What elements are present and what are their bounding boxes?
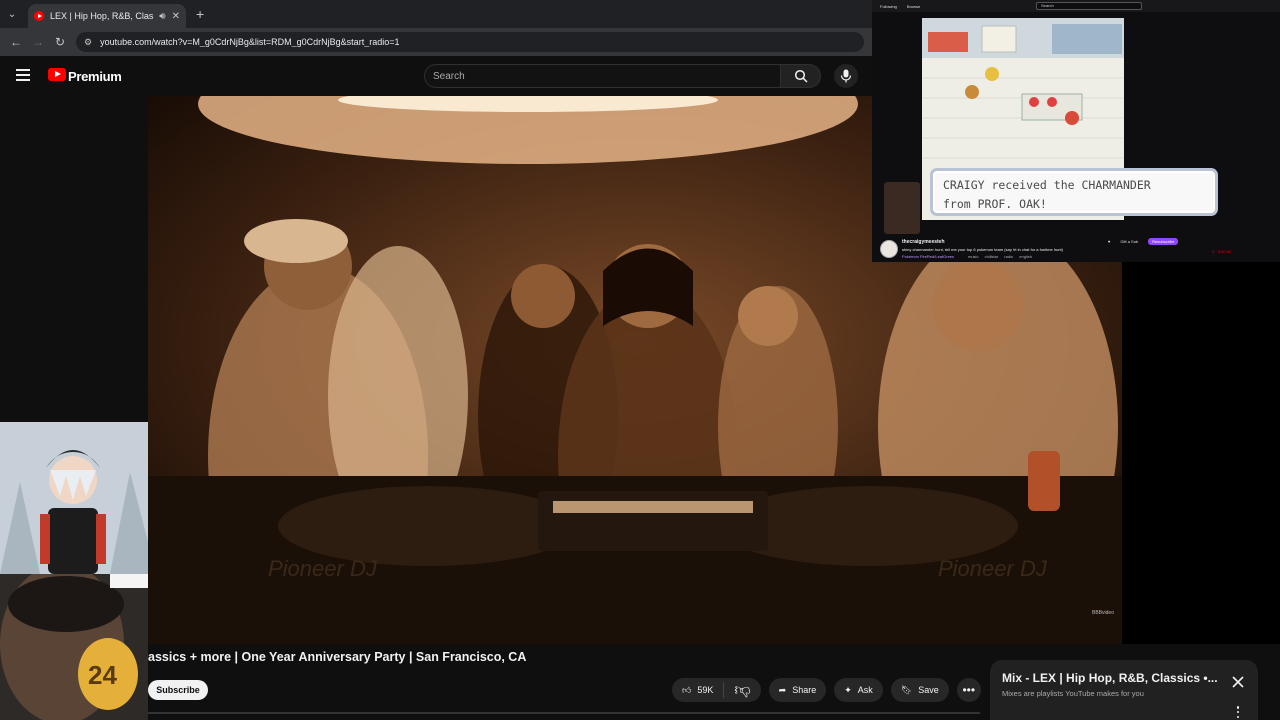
mix-subtitle: Mixes are playlists YouTube makes for yo… bbox=[1002, 689, 1144, 698]
back-button[interactable]: ← bbox=[6, 32, 26, 52]
dialog-line-1: CRAIGY received the CHARMANDER bbox=[943, 178, 1151, 192]
channel-avatar[interactable] bbox=[880, 240, 898, 258]
ask-label: Ask bbox=[857, 685, 873, 695]
stream-overlay-window: Following Browse Search CRAIGY received … bbox=[872, 0, 1280, 262]
microphone-icon bbox=[840, 69, 852, 83]
search-button[interactable] bbox=[781, 64, 821, 88]
dislike-button[interactable]: 👎︎ bbox=[724, 678, 760, 702]
tag[interactable]: chillstar bbox=[985, 254, 999, 259]
page-divider bbox=[148, 712, 980, 714]
face-webcam-overlay: 24 bbox=[0, 574, 148, 720]
thumbs-down-icon: 👎︎ bbox=[734, 681, 751, 699]
tag[interactable]: radio bbox=[1004, 254, 1013, 259]
sparkle-icon: ✦ bbox=[844, 684, 852, 695]
reload-button[interactable]: ↻ bbox=[50, 32, 70, 52]
stream-tags: music chillstar radio english bbox=[968, 254, 1032, 259]
youtube-header: Premium Search bbox=[0, 56, 872, 96]
save-button[interactable]: 🔖︎ Save bbox=[890, 678, 949, 702]
svg-text:Pioneer DJ: Pioneer DJ bbox=[938, 556, 1048, 581]
save-label: Save bbox=[918, 685, 939, 695]
thumbs-up-icon: 👍︎ bbox=[682, 684, 692, 695]
stream-title: shiny charmander hunt, tell me your top … bbox=[902, 247, 1063, 252]
tag[interactable]: music bbox=[968, 254, 978, 259]
ask-button[interactable]: ✦ Ask bbox=[834, 678, 883, 702]
stream-info-bar: thecraigymeesteh shiny charmander hunt, … bbox=[872, 236, 1280, 262]
new-tab-button[interactable]: + bbox=[196, 6, 204, 22]
gift-sub-button[interactable]: Gift a Sub bbox=[1120, 239, 1138, 244]
tab-title: LEX | Hip Hop, R&B, Classic bbox=[50, 11, 154, 21]
like-button[interactable]: 👍︎ 59K bbox=[672, 682, 725, 698]
mix-title[interactable]: Mix - LEX | Hip Hop, R&B, Classics •... bbox=[1002, 671, 1218, 685]
game-dialog-box: CRAIGY received the CHARMANDER from PROF… bbox=[930, 168, 1218, 216]
browser-tab-active[interactable]: LEX | Hip Hop, R&B, Classic 🔊︎ ✕ bbox=[28, 4, 186, 28]
more-actions-button[interactable]: ••• bbox=[956, 678, 981, 702]
video-title: assics + more | One Year Anniversary Par… bbox=[148, 650, 527, 664]
heart-icon[interactable]: ♥ bbox=[1108, 239, 1110, 244]
subscribe-button[interactable]: Subscribe bbox=[148, 680, 208, 700]
speaker-icon[interactable]: 🔊︎ bbox=[159, 11, 165, 22]
stream-category[interactable]: Pokémon FireRed/LeafGreen bbox=[902, 254, 954, 259]
mix-playlist-panel: Mix - LEX | Hip Hop, R&B, Classics •... … bbox=[990, 660, 1258, 720]
close-tab-icon[interactable]: ✕ bbox=[172, 11, 180, 22]
jersey-number: 24 bbox=[88, 660, 117, 690]
tag[interactable]: english bbox=[1019, 254, 1032, 259]
following-link[interactable]: Following bbox=[880, 4, 897, 9]
browser-toolbar: ← → ↻ ⚙ youtube.com/watch?v=M_g0CdrNjBg&… bbox=[0, 28, 872, 56]
avatar-illustration bbox=[0, 422, 148, 574]
forward-button[interactable]: → bbox=[28, 32, 48, 52]
more-vertical-icon[interactable] bbox=[1234, 706, 1242, 718]
stream-search-input[interactable]: Search bbox=[1036, 2, 1142, 10]
voice-search-button[interactable] bbox=[834, 64, 858, 88]
share-icon: ➦ bbox=[778, 684, 787, 695]
share-label: Share bbox=[792, 685, 817, 695]
right-empty-area bbox=[1122, 262, 1280, 644]
channel-name[interactable]: thecraigymeesteh bbox=[902, 239, 945, 245]
svg-text:Pioneer DJ: Pioneer DJ bbox=[268, 556, 378, 581]
bookmark-icon: 🔖︎ bbox=[900, 684, 913, 695]
url-text: youtube.com/watch?v=M_g0CdrNjBg&list=RDM… bbox=[100, 37, 400, 47]
more-horizontal-icon: ••• bbox=[962, 683, 976, 697]
dialog-line-2: from PROF. OAK! bbox=[943, 197, 1047, 211]
close-icon[interactable] bbox=[1230, 674, 1246, 690]
youtube-brand[interactable]: Premium bbox=[68, 69, 122, 84]
video-watermark: BBBvideo bbox=[1092, 610, 1114, 616]
stream-actions: ♥ Gift a Sub Resubscribe bbox=[1108, 238, 1179, 245]
browser-tab-strip: ⌄ LEX | Hip Hop, R&B, Classic 🔊︎ ✕ + bbox=[0, 0, 872, 28]
site-info-icon[interactable]: ⚙ bbox=[84, 37, 92, 48]
browse-link[interactable]: Browse bbox=[907, 4, 920, 9]
youtube-logo-icon[interactable] bbox=[48, 68, 66, 81]
streamer-webcam bbox=[884, 182, 920, 234]
search-input[interactable]: Search bbox=[424, 64, 781, 88]
search-icon bbox=[794, 69, 808, 83]
webcam-face: 24 bbox=[0, 574, 148, 720]
menu-icon[interactable] bbox=[16, 69, 30, 81]
like-count: 59K bbox=[697, 685, 714, 695]
address-bar[interactable]: ⚙ youtube.com/watch?v=M_g0CdrNjBg&list=R… bbox=[76, 32, 864, 52]
video-actions: 👍︎ 59K 👎︎ ➦ Share ✦ Ask 🔖︎ Save ••• bbox=[672, 678, 981, 702]
share-button[interactable]: ➦ Share bbox=[768, 678, 827, 702]
avatar-webcam-overlay bbox=[0, 422, 148, 574]
like-dislike-group: 👍︎ 59K 👎︎ bbox=[672, 678, 761, 702]
youtube-favicon-icon bbox=[34, 11, 44, 21]
tab-search-icon[interactable]: ⌄ bbox=[0, 0, 24, 28]
resubscribe-button[interactable]: Resubscribe bbox=[1148, 238, 1179, 245]
viewer-count: 3 · 3:00:42 bbox=[1212, 249, 1232, 254]
